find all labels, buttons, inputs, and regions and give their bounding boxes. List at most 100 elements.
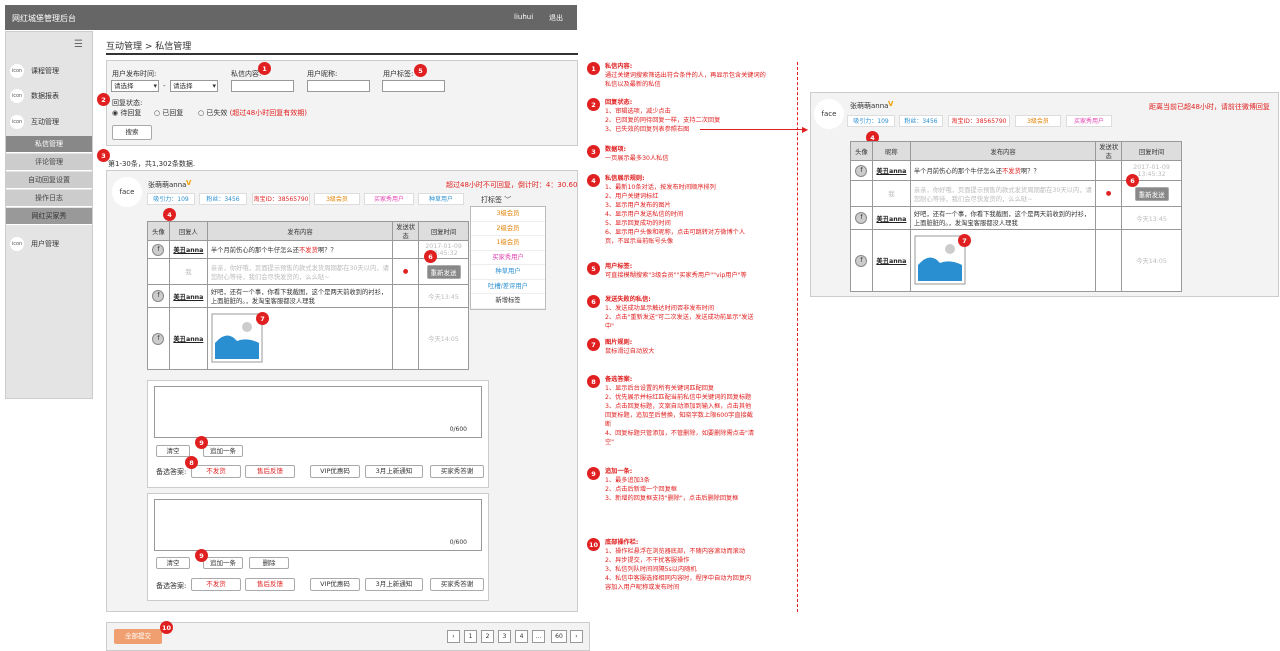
sidebar-sub-log[interactable]: 操作日志	[6, 190, 92, 207]
next-page-button[interactable]: ›	[570, 630, 583, 643]
message-image[interactable]	[206, 307, 394, 370]
content-input[interactable]	[231, 80, 294, 92]
answer-button[interactable]: 3月上新通知	[365, 465, 423, 478]
answer-button[interactable]: VIP优惠码	[310, 465, 360, 478]
page-button[interactable]: 4	[515, 630, 528, 643]
annotation: 追加一条: 1、最多追加3条 2、点击后新增一个回复框 3、新增的回复框支持"删…	[605, 468, 739, 502]
report-icon: icon	[10, 89, 24, 103]
add-reply-button[interactable]: 追加一条	[203, 557, 243, 569]
table-row: f 美丑anna 好吧，还有一个事，你看下我截图，这个是两天前收到的衬衫，上面脏…	[147, 284, 469, 308]
avatar[interactable]: f	[152, 290, 165, 302]
user-link[interactable]: 美丑anna	[876, 258, 906, 265]
table-row: f 美丑anna 半个月前伤心的那个牛仔怎么还不发货啊？？ 2017-01-09…	[147, 240, 469, 259]
dropdown-item[interactable]: 新增标签	[471, 294, 545, 309]
radio-expired[interactable]: ○ 已失效 (超过48小时回复有效期)	[198, 108, 307, 118]
avatar[interactable]: f	[152, 243, 165, 256]
page-button[interactable]: 3	[498, 630, 511, 643]
user-link[interactable]: 美丑anna	[173, 247, 203, 254]
prev-page-button[interactable]: ‹	[447, 630, 460, 643]
answer-button[interactable]: VIP优惠码	[310, 578, 360, 591]
time-from-select[interactable]: 请选择	[111, 80, 159, 92]
badge: 6	[424, 250, 437, 263]
sidebar-item-label: 用户管理	[31, 240, 59, 248]
sidebar-item-interact[interactable]: icon 互动管理	[6, 110, 92, 134]
clear-button[interactable]: 清空	[156, 557, 190, 569]
tag-dropdown-button[interactable]: 打标签 ﹀	[481, 195, 511, 205]
sidebar-sub-messages[interactable]: 私信管理	[6, 136, 92, 153]
reply-status-label: 回复状态:	[112, 99, 143, 107]
answer-button[interactable]: 买家秀答谢	[430, 465, 484, 478]
message-text: 好吧，还有一个事，你看下我截图，这个是两天前收到的衬衫，上面脏脏的。，发淘宝客服…	[206, 284, 394, 308]
delete-button[interactable]: 删除	[249, 557, 289, 569]
badge: 2	[97, 93, 110, 106]
answer-button[interactable]: 3月上新通知	[365, 578, 423, 591]
page-ellipsis: ...	[532, 630, 545, 643]
avatar[interactable]: f	[855, 212, 868, 224]
summary-text: 第1-30条，共1,302条数据.	[108, 160, 196, 168]
radio-replied[interactable]: ○ 已回复	[154, 108, 183, 118]
submit-all-button[interactable]: 全部提交	[114, 629, 162, 644]
dropdown-item[interactable]: 2级会员	[471, 222, 545, 236]
sidebar-sub-comments[interactable]: 评论管理	[6, 154, 92, 171]
badge: 3	[587, 145, 600, 158]
dropdown-item[interactable]: 3级会员	[471, 207, 545, 222]
dropdown-item[interactable]: 买家秀用户	[471, 251, 545, 265]
username[interactable]: liuhui	[514, 13, 533, 21]
time-to-select[interactable]: 请选择	[170, 80, 218, 92]
user-link[interactable]: 美丑anna	[876, 168, 906, 175]
answer-button[interactable]: 售后反馈	[245, 465, 295, 478]
badge: 6	[1126, 174, 1139, 187]
time-separator: -	[163, 82, 166, 90]
logout-link[interactable]: 退出	[549, 13, 563, 23]
reply-textarea[interactable]: 0/600	[154, 386, 482, 438]
expired-message-table: 头像 昵称 发布内容 发送状态 回复时间 f 美丑anna 半个月前伤心的那个牛…	[850, 141, 1182, 292]
course-icon: icon	[10, 64, 24, 78]
user-name[interactable]: 张萌萌anna	[148, 180, 186, 190]
avatar[interactable]: f	[855, 164, 868, 177]
tag-input[interactable]	[382, 80, 445, 92]
sidebar-item-users[interactable]: icon 用户管理	[6, 232, 92, 256]
dropdown-item[interactable]: 种草用户	[471, 265, 545, 280]
dropdown-item[interactable]: 吐槽/差评用户	[471, 280, 545, 294]
expired-note: 距离当前已超48小时，请前往微博回复	[1149, 103, 1270, 111]
add-reply-button[interactable]: 追加一条	[203, 445, 243, 457]
sidebar-sub-autoreply[interactable]: 自动回复设置	[6, 172, 92, 189]
sidebar-item-report[interactable]: icon 数据报表	[6, 84, 92, 108]
tag-label: 用户标签:	[383, 70, 414, 78]
resend-button[interactable]: 重新发送	[1134, 186, 1169, 201]
resend-button[interactable]: 重新发送	[426, 264, 461, 279]
col-header: 回复时间	[418, 221, 469, 241]
user-link[interactable]: 美丑anna	[876, 216, 906, 223]
answer-button[interactable]: 不发货	[191, 465, 241, 478]
avatar[interactable]: face	[112, 177, 142, 207]
badge: 10	[587, 538, 600, 551]
dropdown-item[interactable]: 1级会员	[471, 236, 545, 251]
avatar[interactable]: f	[152, 332, 165, 345]
avatar[interactable]: f	[855, 254, 868, 267]
col-header: 昵称	[871, 141, 911, 161]
reply-textarea[interactable]: 0/600	[154, 499, 482, 551]
answer-button[interactable]: 买家秀答谢	[430, 578, 484, 591]
avatar[interactable]: face	[814, 99, 844, 129]
nickname-input[interactable]	[307, 80, 370, 92]
user-link[interactable]: 美丑anna	[173, 294, 203, 301]
page-button[interactable]: 1	[464, 630, 477, 643]
answer-button[interactable]: 不发货	[191, 578, 241, 591]
sidebar-sub-buyershow[interactable]: 网红买家秀	[6, 208, 92, 225]
annotation: 图片规则: 鼠标滑过自动放大	[605, 339, 655, 355]
taobao-id-tag: 淘宝ID：38565790	[252, 193, 310, 205]
list-icon[interactable]: ☰	[74, 39, 83, 50]
answer-button[interactable]: 售后反馈	[245, 578, 295, 591]
radio-pending[interactable]: ◉ 待回复	[112, 108, 141, 118]
page-button[interactable]: 2	[481, 630, 494, 643]
user-link[interactable]: 美丑anna	[173, 336, 203, 343]
annotation: 发送失败的私信: 1、发送成功显示触达时间否非发布时间 2、点击"重新发送"可二…	[605, 296, 754, 330]
clear-button[interactable]: 清空	[156, 445, 190, 457]
search-button[interactable]: 搜索	[112, 125, 152, 140]
message-image[interactable]	[909, 229, 1097, 292]
v-icon: V	[888, 100, 894, 108]
sidebar-item-course[interactable]: icon 课程管理	[6, 59, 92, 83]
user-name[interactable]: 张萌萌anna	[850, 101, 888, 111]
page-button[interactable]: 60	[551, 630, 567, 643]
answers-label: 备选答案:	[156, 468, 187, 476]
